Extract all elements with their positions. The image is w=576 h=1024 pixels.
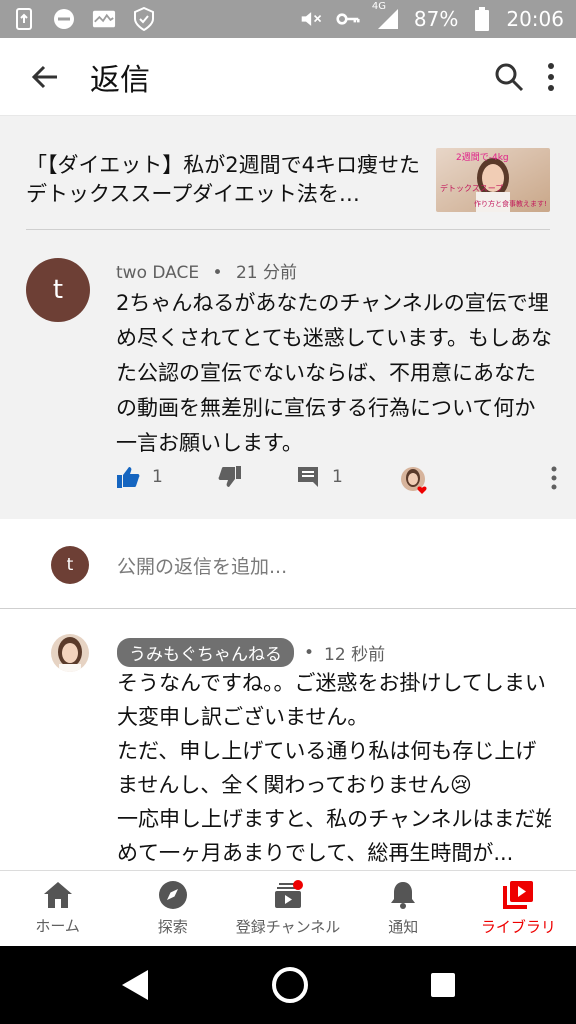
key-icon	[336, 7, 360, 31]
user-avatar: t	[51, 546, 89, 584]
tab-home[interactable]: ホーム	[0, 871, 115, 946]
reply-button[interactable]: 1	[296, 466, 343, 488]
like-count: 1	[152, 467, 163, 487]
creator-heart[interactable]	[400, 466, 432, 496]
explore-icon	[158, 881, 187, 909]
reply-avatar[interactable]	[51, 634, 89, 672]
status-bar: 4G 87% 20:06	[0, 0, 576, 38]
triangle-back-icon	[122, 970, 149, 1000]
network-type: 4G	[371, 1, 387, 12]
tab-library-label: ライブラリ	[480, 918, 556, 936]
reply-time: 12 秒前	[324, 645, 386, 665]
heart-icon	[401, 467, 427, 494]
subscriptions-icon	[275, 880, 303, 908]
like-button[interactable]: 1	[116, 466, 163, 488]
video-title: 「【ダイエット】私が2週間で4キロ痩せたデトックススープダイエット法を…	[26, 152, 421, 206]
thumbs-up-icon	[117, 467, 140, 488]
bell-icon	[391, 882, 416, 909]
comment-time: 21 分前	[235, 263, 297, 283]
video-thumbnail[interactable]: 2週間で-4kg デトックススープ 作り方と食事教えます!	[436, 147, 550, 212]
avatar[interactable]: t	[26, 258, 90, 322]
tab-notifications-label: 通知	[388, 918, 419, 936]
reply-input-area: t 公開の返信を追加...	[0, 519, 576, 609]
system-back-button[interactable]	[120, 968, 150, 1002]
activity-icon	[92, 7, 116, 31]
dislike-button[interactable]	[218, 466, 242, 488]
tab-home-label: ホーム	[35, 917, 80, 935]
shield-icon	[132, 7, 156, 31]
reply-header: うみもぐちゃんねる • 12 秒前	[117, 638, 385, 667]
back-button[interactable]	[0, 38, 90, 116]
dnd-icon	[52, 7, 76, 31]
comment-icon	[298, 467, 318, 487]
reply-author[interactable]: うみもぐちゃんねる	[117, 638, 294, 667]
thumb-text-3: 作り方と食事教えます!	[474, 199, 547, 208]
more-vert-icon	[551, 466, 557, 490]
comment-author[interactable]: two DACE	[116, 263, 199, 283]
battery-percent: 87%	[413, 7, 459, 31]
tab-notifications[interactable]: 通知	[346, 871, 461, 946]
mute-icon	[300, 7, 324, 31]
comment-more-button[interactable]	[550, 466, 558, 490]
separator: •	[304, 642, 315, 663]
comment-header: two DACE • 21 分前	[116, 258, 297, 283]
battery-icon	[470, 7, 494, 31]
reply-text: そうなんですね。。ご迷惑をお掛けしてしまい大変申し訳ございません。 ただ、申し上…	[117, 671, 551, 865]
system-navigation-bar	[0, 946, 576, 1024]
tab-subscriptions[interactable]: 登録チャンネル	[230, 871, 345, 946]
more-button[interactable]	[546, 62, 556, 92]
library-icon	[503, 881, 534, 909]
tab-library[interactable]: ライブラリ	[461, 871, 576, 946]
system-home-button[interactable]	[271, 966, 309, 1004]
video-link[interactable]: 「【ダイエット】私が2週間で4キロ痩せたデトックススープダイエット法を… 2週間…	[26, 130, 550, 230]
page-title: 返信	[90, 62, 150, 98]
reply-count: 1	[332, 467, 343, 487]
separator: •	[212, 263, 223, 283]
tab-explore[interactable]: 探索	[115, 871, 230, 946]
arrow-back-icon	[31, 65, 57, 88]
thumb-text-2: デトックススープ	[440, 183, 503, 193]
more-vert-icon	[548, 62, 554, 91]
screenshot-icon	[12, 7, 36, 31]
circle-home-icon	[271, 967, 308, 1003]
thumb-text-1: 2週間で-4kg	[456, 152, 509, 163]
comment-text: 2ちゃんねるがあなたのチャンネルの宣伝で埋め尽くされてとても迷惑しています。もし…	[116, 291, 552, 455]
search-icon	[495, 63, 524, 91]
reply-input[interactable]: 公開の返信を追加...	[117, 552, 287, 579]
app-bar: 返信	[0, 38, 576, 116]
square-recents-icon	[430, 973, 455, 997]
clock: 20:06	[506, 7, 564, 31]
signal-icon: 4G	[372, 1, 402, 31]
search-button[interactable]	[494, 62, 524, 92]
system-recents-button[interactable]	[430, 972, 456, 998]
bottom-navigation: ホーム 探索 登録チャンネル 通知 ライブラリ	[0, 870, 576, 946]
comment-actions: 1 1	[116, 466, 558, 496]
thumbs-down-icon	[218, 466, 241, 487]
tab-explore-label: 探索	[157, 918, 188, 936]
reply: うみもぐちゃんねる • 12 秒前 そうなんですね。。ご迷惑をお掛けしてしまい大…	[51, 632, 551, 870]
home-icon	[43, 882, 72, 908]
tab-subscriptions-label: 登録チャンネル	[235, 918, 341, 936]
